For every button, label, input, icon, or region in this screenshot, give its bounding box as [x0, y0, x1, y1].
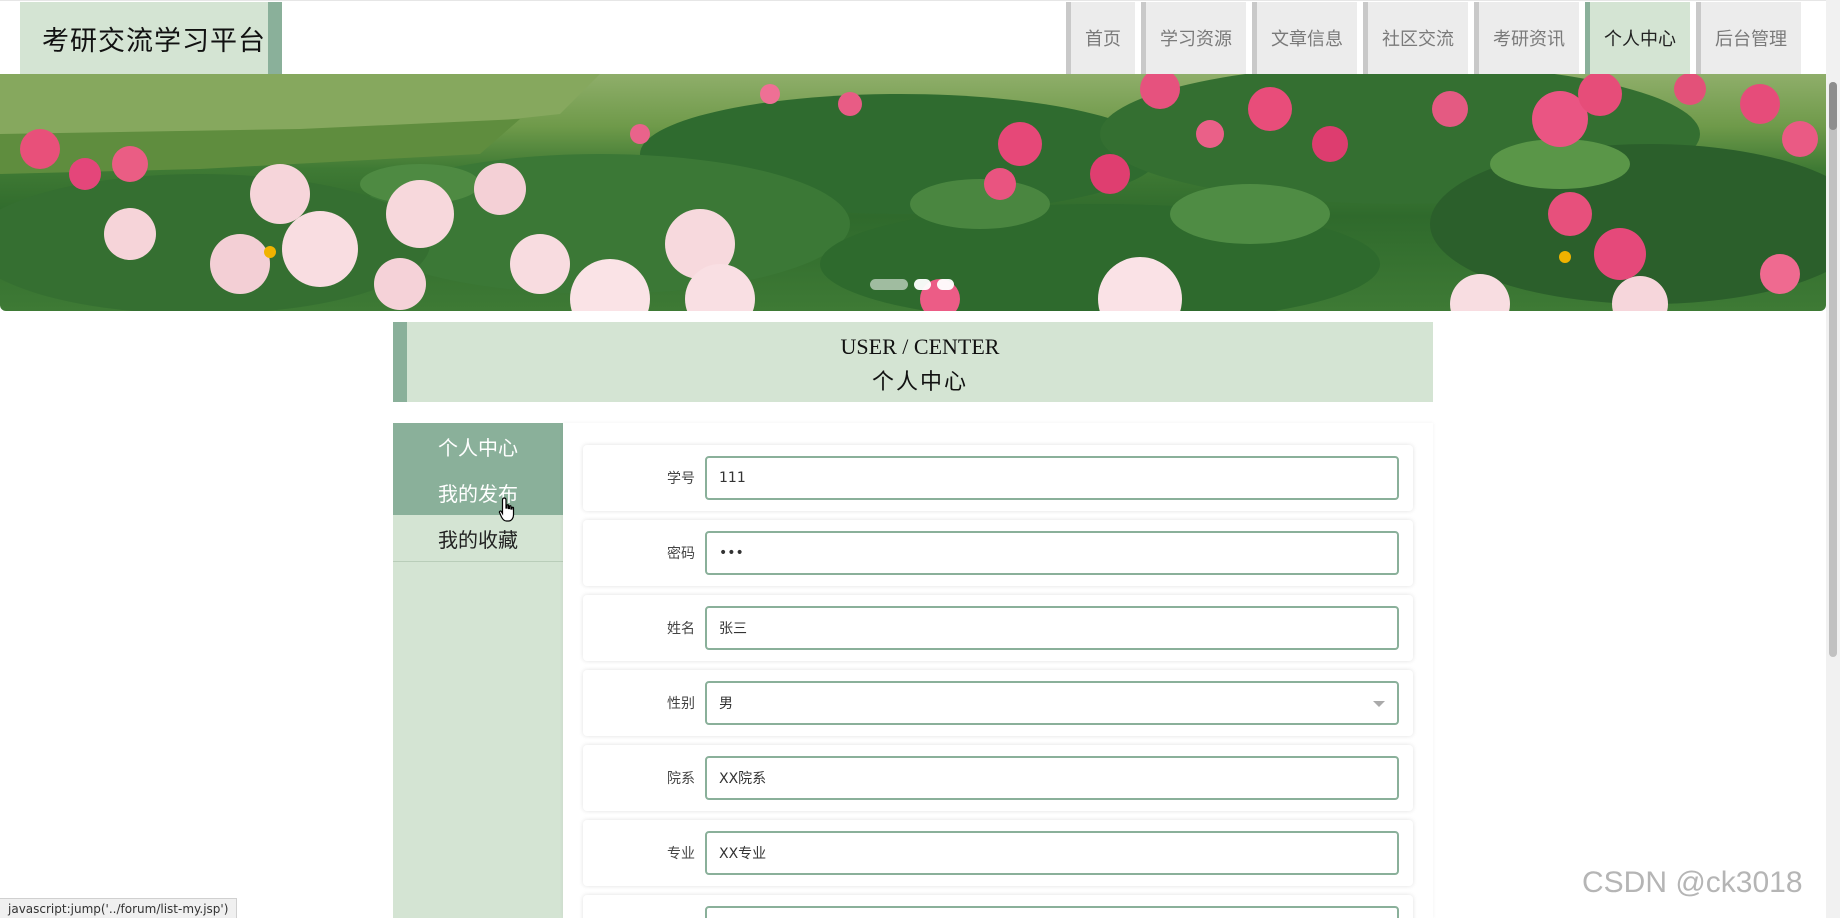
nav-articles-label: 文章信息 [1271, 29, 1343, 50]
nav-admin-label: 后台管理 [1715, 29, 1787, 50]
nav-articles[interactable]: 文章信息 [1252, 2, 1357, 74]
section-title-en: USER / CENTER [840, 334, 1000, 359]
nav-admin[interactable]: 后台管理 [1696, 2, 1801, 74]
student-id-input[interactable] [705, 456, 1399, 500]
name-label: 姓名 [667, 621, 695, 637]
name-input[interactable] [705, 606, 1399, 650]
nav-user-center-label: 个人中心 [1604, 29, 1676, 50]
section-title-cn: 个人中心 [871, 369, 968, 394]
department-input[interactable] [705, 756, 1399, 800]
major-label: 专业 [667, 846, 695, 862]
nav-learning-resources[interactable]: 学习资源 [1141, 2, 1246, 74]
password-label: 密码 [667, 546, 695, 562]
watermark: CSDN @ck3018 [1582, 866, 1803, 899]
form-row-student-id: 学号 [583, 445, 1413, 511]
scrollbar-thumb[interactable] [1829, 82, 1837, 130]
site-logo[interactable]: 考研交流学习平台 [20, 2, 282, 74]
carousel-dot-1[interactable] [870, 279, 908, 290]
gender-select[interactable]: 男 [705, 681, 1399, 725]
banner-image [0, 74, 1826, 311]
top-header: 考研交流学习平台 首页 学习资源 文章信息 社区交流 考研资讯 个人中心 后台管… [0, 0, 1826, 74]
student-id-label: 学号 [667, 471, 695, 487]
chevron-down-icon [1373, 701, 1385, 707]
form-row-next [583, 895, 1413, 918]
sidebar-item-my-posts-label: 我的发布 [438, 483, 518, 506]
nav-community-label: 社区交流 [1382, 29, 1454, 50]
form-row-password: 密码 [583, 520, 1413, 586]
scrollbar-track-fill [1829, 82, 1837, 657]
nav-user-center[interactable]: 个人中心 [1585, 2, 1690, 74]
nav-exam-news[interactable]: 考研资讯 [1474, 2, 1579, 74]
major-input[interactable] [705, 831, 1399, 875]
user-sidebar: 个人中心 我的发布 我的收藏 [393, 423, 563, 918]
password-input[interactable] [705, 531, 1399, 575]
gender-select-value: 男 [719, 696, 733, 712]
gender-label: 性别 [667, 696, 695, 712]
page: 考研交流学习平台 首页 学习资源 文章信息 社区交流 考研资讯 个人中心 后台管… [0, 0, 1840, 918]
sidebar-item-my-posts[interactable]: 我的发布 [393, 469, 563, 515]
section-title: USER / CENTER 个人中心 [393, 322, 1433, 402]
sidebar-item-user-center-label: 个人中心 [438, 437, 518, 460]
nav-learning-resources-label: 学习资源 [1160, 29, 1232, 50]
department-label: 院系 [667, 771, 695, 787]
form-row-name: 姓名 [583, 595, 1413, 661]
form-row-major: 专业 [583, 820, 1413, 886]
carousel-dot-3[interactable] [937, 279, 954, 290]
form-row-gender: 性别 男 [583, 670, 1413, 736]
browser-status-bar: javascript:jump('../forum/list-my.jsp') [0, 898, 238, 918]
nav-home[interactable]: 首页 [1066, 2, 1135, 74]
nav-home-label: 首页 [1085, 29, 1121, 50]
carousel-indicators [870, 279, 954, 290]
carousel-dot-2[interactable] [914, 279, 931, 290]
sidebar-item-my-favorites-label: 我的收藏 [438, 530, 518, 552]
nav-exam-news-label: 考研资讯 [1493, 29, 1565, 50]
nav-community[interactable]: 社区交流 [1363, 2, 1468, 74]
page-scrollbar[interactable] [1826, 0, 1840, 918]
sidebar-item-my-favorites[interactable]: 我的收藏 [393, 516, 563, 562]
sidebar-item-user-center[interactable]: 个人中心 [393, 423, 563, 469]
main-nav: 首页 学习资源 文章信息 社区交流 考研资讯 个人中心 后台管理 [1066, 2, 1801, 74]
profile-form: 学号 密码 姓名 性别 男 院系 专业 [563, 423, 1433, 918]
form-row-department: 院系 [583, 745, 1413, 811]
next-field-input[interactable] [705, 906, 1399, 918]
banner-carousel[interactable] [0, 74, 1826, 311]
